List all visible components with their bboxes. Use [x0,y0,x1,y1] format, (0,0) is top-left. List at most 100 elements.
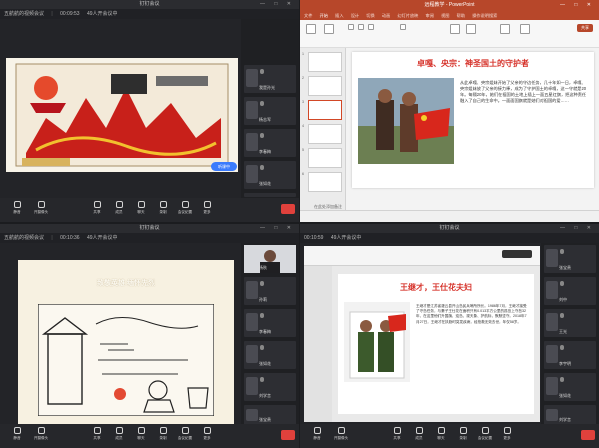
meeting-window-bottom-left: 钉钉会议 — □ ✕ 五航航的视频会议 | 00:10:36 49人开会议中 致… [0,224,299,448]
italic-icon[interactable] [358,24,364,30]
mute-button[interactable]: 静音 [306,427,328,441]
participant-tile[interactable]: 王光 [544,309,596,337]
tab-review[interactable]: 审阅 [426,13,434,18]
leave-meeting-button[interactable] [281,430,295,440]
participant-tile[interactable]: 李宇明 [544,341,596,369]
mute-button[interactable]: 静音 [6,201,28,215]
chat-button[interactable]: 聊天 [130,201,152,215]
thumb-number: 6 [302,172,304,176]
share-button[interactable]: 共享 [86,427,108,441]
participant-name: 张如花 [259,181,271,186]
ppt-titlebar: 远程教学 - PowerPoint — □ ✕ [300,0,599,11]
more-button[interactable]: 更多 [196,201,218,215]
participant-tile[interactable]: 张宝贵 [244,405,296,425]
shapes-icon[interactable] [450,24,460,34]
record-button[interactable]: 录制 [152,427,174,441]
tab-insert[interactable]: 插入 [335,13,343,18]
tab-design[interactable]: 设计 [351,13,359,18]
slide-thumbnail-selected[interactable] [308,100,342,120]
minutes-button[interactable]: 会议纪要 [474,427,496,441]
align-icon[interactable] [400,24,406,30]
tab-animations[interactable]: 动画 [382,13,390,18]
slide-thumbnail[interactable] [308,148,342,168]
meeting-toolbar: 静音 开摄像头 共享 成员 聊天 录制 会议纪要 更多 [0,198,299,222]
participant-tile[interactable]: 张如花 [244,161,296,189]
paste-icon[interactable] [306,24,316,34]
members-icon [115,427,123,434]
minutes-button[interactable]: 会议纪要 [174,427,196,441]
avatar [546,281,558,299]
tab-slideshow[interactable]: 幻灯片放映 [397,13,418,18]
participant-tile[interactable]: 李春梅 [244,309,296,337]
participant-tile[interactable]: 张如花 [244,341,296,369]
window-title: 钉钉会议 [139,225,160,231]
share-button[interactable]: 共享 [86,201,108,215]
mute-button[interactable]: 静音 [6,427,28,441]
participant-video [244,245,296,273]
status-bar [300,210,599,222]
participant-name: 刘学言 [259,393,271,398]
dictate-icon[interactable] [520,24,530,34]
share-button[interactable]: 共享 [386,427,408,441]
arrange-icon[interactable] [466,24,476,34]
participant-tile-camera[interactable]: 杨秋 [244,245,296,273]
tab-home[interactable]: 开始 [320,13,328,18]
bold-icon[interactable] [348,24,354,30]
participant-tile[interactable]: 孙莉 [244,277,296,305]
participant-tile[interactable]: 杨志军 [244,97,296,125]
participant-tile[interactable]: 刘学言 [244,373,296,401]
slide-thumbnail[interactable] [308,172,342,192]
camera-button[interactable]: 开摄像头 [330,427,352,441]
search-box[interactable]: 操作说明搜索 [472,13,497,18]
slide-thumbnail[interactable] [308,76,342,96]
chat-button[interactable]: 聊天 [130,427,152,441]
window-controls[interactable]: — □ ✕ [560,224,595,233]
participant-tile[interactable]: 我是孙光 [244,65,296,93]
participant-name: 孙莉 [259,297,267,302]
tab-view[interactable]: 视图 [441,13,449,18]
members-button[interactable]: 成员 [108,427,130,441]
tab-transitions[interactable]: 切换 [366,13,374,18]
members-button[interactable]: 成员 [408,427,430,441]
camera-icon [37,427,45,434]
meeting-info-bar: 五航航的视频会议 | 00:09:53 49人开会议中 [0,9,299,19]
listening-badge[interactable]: 听课中 [211,162,237,171]
mic-icon [260,69,264,74]
minutes-button[interactable]: 会议纪要 [174,201,196,215]
more-button[interactable]: 更多 [196,427,218,441]
participant-tile[interactable]: 刘中 [544,277,596,305]
slide-canvas[interactable]: 卓嘎、央宗：神圣国土的守护者 从此卓嘎、央宗姐妹开始了父亲的守边任务，几十年如一… [352,52,594,188]
underline-icon[interactable] [368,24,374,30]
record-button[interactable]: 录制 [452,427,474,441]
tab-help[interactable]: 帮助 [457,13,465,18]
window-controls[interactable]: — □ ✕ [560,0,595,11]
slide-thumbnail[interactable] [308,52,342,72]
chat-button[interactable]: 聊天 [430,427,452,441]
camera-button[interactable]: 开摄像头 [30,201,52,215]
avatar [246,69,258,87]
camera-button[interactable]: 开摄像头 [30,427,52,441]
leave-meeting-button[interactable] [281,204,295,214]
participant-tile[interactable]: 刘学言 [544,405,596,425]
window-controls[interactable]: — □ ✕ [260,224,295,233]
participant-tile[interactable]: 张如花 [544,373,596,401]
avatar [246,409,258,421]
participant-tile[interactable]: 张宝贵 [544,245,596,273]
members-button[interactable]: 成员 [108,201,130,215]
tab-file[interactable]: 文件 [304,13,312,18]
leave-meeting-button[interactable] [581,430,595,440]
share-button[interactable]: 共享 [577,24,593,32]
find-icon[interactable] [500,24,510,34]
slide-thumbnail[interactable] [308,124,342,144]
participant-tile[interactable] [244,193,296,197]
record-button[interactable]: 录制 [152,201,174,215]
chat-icon [137,201,145,208]
window-controls[interactable]: — □ ✕ [260,0,295,9]
mic-icon [560,249,564,254]
thumb-number: 1 [302,52,304,56]
meeting-timer: 00:10:59 [304,235,324,241]
new-slide-icon[interactable] [324,24,334,34]
participant-tile[interactable]: 李春梅 [244,129,296,157]
more-button[interactable]: 更多 [496,427,518,441]
listening-badge-label: 听课中 [218,164,230,169]
